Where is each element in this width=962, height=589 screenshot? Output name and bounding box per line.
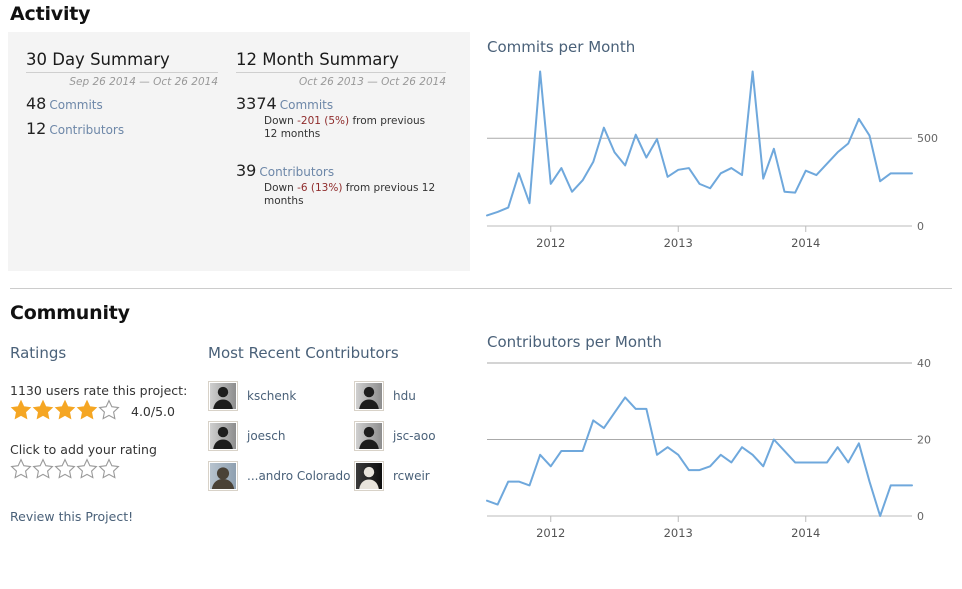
stat-contributors-30-day-label[interactable]: Contributors: [49, 123, 124, 137]
contributor-item[interactable]: joesch: [208, 416, 354, 456]
contributor-name[interactable]: ...andro Colorado: [247, 469, 351, 483]
stat-commits-30-day: 48 Commits: [26, 94, 218, 113]
stat-contributors-30-day-value: 12: [26, 119, 47, 138]
change-prefix: Down: [264, 115, 298, 127]
page-title-community: Community: [10, 302, 130, 324]
stars-input-group[interactable]: [10, 458, 120, 483]
avatar[interactable]: [208, 381, 238, 411]
chart-commits-title: Commits per Month: [487, 38, 636, 56]
contributor-name[interactable]: hdu: [393, 389, 416, 403]
chart-x-tick-label: 2014: [791, 236, 820, 250]
chart-contributors-per-month: Contributors per Month 0 20 40 2012 2013 2014: [470, 333, 952, 548]
chart-series-line: [486, 70, 913, 217]
contributor-item[interactable]: jsc-aoo: [354, 416, 458, 456]
avatar-image: [210, 463, 236, 489]
chart-contributors-svg: 0 20 40 2012 2013 2014: [486, 357, 931, 540]
contributor-item[interactable]: kschenk: [208, 376, 354, 416]
change-value: -201 (5%): [297, 115, 350, 127]
chart-x-tick-label: 2014: [791, 526, 820, 540]
stat-contributors-12-month: 39 Contributors: [236, 161, 446, 180]
stat-commits-12-month-value: 3374: [236, 94, 277, 113]
stat-commits-12-month: 3374 Commits: [236, 94, 446, 113]
chart-x-tick-label: 2013: [664, 236, 693, 250]
chart-y-tick-label: 20: [917, 434, 931, 447]
star-filled-icon: [76, 399, 98, 420]
contributor-name[interactable]: kschenk: [247, 389, 296, 403]
stat-contributors-12-month-label[interactable]: Contributors: [259, 165, 334, 179]
chart-contributors-title: Contributors per Month: [487, 333, 662, 351]
summary-12-month-title: 12 Month Summary: [236, 50, 446, 73]
stat-contributors-12-month-change: Down -6 (13%) from previous 12 months: [264, 182, 439, 208]
contributor-item[interactable]: hdu: [354, 376, 458, 416]
avatar-image: [210, 423, 236, 449]
ratings-heading: Ratings: [10, 344, 67, 362]
contributor-item[interactable]: rcweir: [354, 456, 458, 496]
stat-commits-12-month-change: Down -201 (5%) from previous 12 months: [264, 115, 439, 141]
chart-x-tick-label: 2013: [664, 526, 693, 540]
avatar[interactable]: [354, 461, 384, 491]
chart-x-tick-label: 2012: [536, 236, 565, 250]
avatar[interactable]: [354, 381, 384, 411]
star-filled-icon: [32, 399, 54, 420]
contributors-list: kschenk hdu joesch jsc-aoo ...andro Colorado…: [208, 376, 458, 496]
change-prefix: Down: [264, 182, 298, 195]
add-rating-label: Click to add your rating: [10, 442, 157, 457]
star-rate-icon[interactable]: [32, 458, 54, 479]
chart-commits-canvas: 0 500 2012 2013 2014: [470, 60, 952, 260]
chart-y-tick-label: 40: [917, 357, 931, 370]
contributor-item[interactable]: ...andro Colorado: [208, 456, 354, 496]
chart-x-tick-label: 2012: [536, 526, 565, 540]
star-empty-icon: [98, 399, 120, 420]
users-rate-text: 1130 users rate this project:: [10, 383, 188, 398]
contributor-name[interactable]: jsc-aoo: [393, 429, 436, 443]
review-project-link[interactable]: Review this Project!: [10, 509, 133, 524]
avatar[interactable]: [354, 421, 384, 451]
section-divider: [10, 288, 952, 289]
summary-30-day-range: Sep 26 2014 — Oct 26 2014: [69, 76, 218, 88]
chart-series-line: [486, 396, 913, 517]
chart-y-tick-label: 0: [917, 510, 924, 523]
avatar-image: [356, 423, 382, 449]
star-rate-icon[interactable]: [76, 458, 98, 479]
avatar[interactable]: [208, 421, 238, 451]
contributor-name[interactable]: rcweir: [393, 469, 430, 483]
star-rate-icon[interactable]: [10, 458, 32, 479]
summary-30-day-title: 30 Day Summary: [26, 50, 218, 73]
ratings-block: 1130 users rate this project: 4.0/5.0 Cl…: [10, 383, 195, 483]
stat-commits-30-day-value: 48: [26, 94, 47, 113]
chart-contributors-canvas: 0 20 40 2012 2013 2014: [470, 355, 952, 550]
chart-commits-svg: 0 500 2012 2013 2014: [486, 70, 938, 250]
summary-12-month: 12 Month Summary Oct 26 2013 — Oct 26 20…: [236, 50, 446, 209]
avatar-image: [210, 383, 236, 409]
summary-12-month-range: Oct 26 2013 — Oct 26 2014: [299, 76, 446, 88]
avatar[interactable]: [208, 461, 238, 491]
stat-commits-30-day-label[interactable]: Commits: [49, 98, 102, 112]
rating-stars-display: 4.0/5.0: [10, 399, 195, 424]
stat-contributors-30-day: 12 Contributors: [26, 119, 218, 138]
star-rate-icon[interactable]: [98, 458, 120, 479]
chart-commits-per-month: Commits per Month 0 500 2012 2013 2014: [470, 38, 952, 263]
change-value: -6 (13%): [297, 182, 343, 195]
avatar-image: [356, 463, 382, 489]
stat-contributors-12-month-value: 39: [236, 161, 257, 181]
contributors-heading: Most Recent Contributors: [208, 344, 399, 362]
page-title-activity: Activity: [10, 3, 91, 25]
chart-y-tick-label: 0: [917, 220, 924, 233]
avatar-image: [356, 383, 382, 409]
rating-score: 4.0/5.0: [131, 404, 175, 419]
stat-commits-12-month-label[interactable]: Commits: [280, 98, 333, 112]
star-rate-icon[interactable]: [54, 458, 76, 479]
stars-display-group: [10, 399, 120, 424]
contributor-name[interactable]: joesch: [247, 429, 286, 443]
chart-y-tick-label: 500: [917, 132, 938, 145]
star-filled-icon: [54, 399, 76, 420]
page-root: Activity 30 Day Summary Sep 26 2014 — Oc…: [0, 0, 962, 589]
summary-30-day: 30 Day Summary Sep 26 2014 — Oct 26 2014…: [26, 50, 218, 138]
rating-stars-input[interactable]: [10, 458, 195, 483]
star-filled-icon: [10, 399, 32, 420]
